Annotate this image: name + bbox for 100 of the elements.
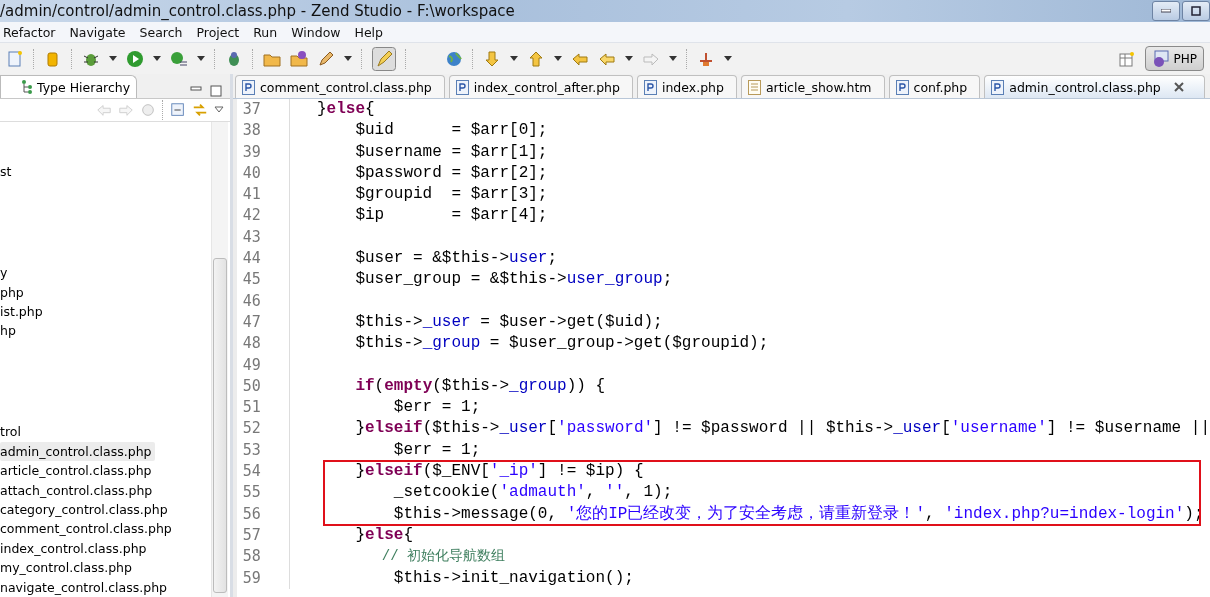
tree-item[interactable]: attach_control.class.php — [0, 480, 156, 501]
editor-tab[interactable]: index.php — [636, 75, 737, 98]
caret-icon[interactable] — [510, 56, 518, 61]
caret-icon[interactable] — [344, 56, 352, 61]
pen-icon[interactable] — [317, 49, 335, 68]
hierarchy-icon — [21, 80, 33, 94]
code-line: if(empty($this->_group)) { — [354, 375, 606, 397]
document-icon — [747, 79, 761, 95]
tree-item[interactable]: article_control.class.php — [0, 461, 155, 481]
scrollbar[interactable] — [211, 122, 228, 597]
code-line: }else{ — [316, 99, 375, 120]
tab-label: admin_control.class.php — [1009, 79, 1161, 95]
editor-tab[interactable]: index_control_after.php — [448, 75, 633, 98]
new-php-file-icon[interactable] — [6, 49, 24, 68]
code-line: $password = $arr[2]; — [354, 162, 548, 184]
line-number: 42 — [236, 205, 290, 227]
open-perspective-icon[interactable] — [1117, 49, 1136, 68]
code-line: $err = 1; — [392, 397, 481, 419]
code-line: }elseif($_ENV['_ip'] != $ip) { — [354, 461, 644, 483]
line-number: 51 — [236, 397, 290, 419]
code-line: $err = 1; — [392, 439, 481, 461]
code-line: _setcookie('admauth', '', 1); — [392, 482, 673, 504]
type-hierarchy-tab[interactable]: Type Hierarchy — [0, 75, 138, 98]
window-title: /admin/control/admin_control.class.php - Zend Studio - F:\workspace — [0, 2, 515, 20]
line-number: 54 — [236, 461, 290, 483]
tree-item[interactable]: php — [0, 282, 27, 302]
code-line: $uid = $arr[0]; — [354, 120, 548, 142]
code-line: }elseif($this->_user['password'] != $password || $this->_user['username'] != $username || — [354, 418, 1210, 440]
scroll-thumb[interactable] — [213, 258, 227, 593]
editor-tab[interactable]: comment_control.class.php — [235, 75, 445, 98]
tree-item[interactable]: comment_control.class.php — [0, 519, 175, 539]
editor-tab[interactable]: conf.php — [888, 75, 981, 98]
caret-icon[interactable] — [197, 56, 205, 61]
tab-label: article_show.htm — [765, 79, 872, 95]
caret-icon[interactable] — [724, 56, 732, 61]
maximize-icon[interactable] — [210, 84, 222, 98]
menu-item[interactable]: Refactor — [3, 24, 56, 40]
close-icon[interactable] — [1173, 82, 1184, 92]
tab-label: index_control_after.php — [473, 79, 620, 95]
code-line: // 初始化导航数组 — [380, 547, 505, 567]
run-config-icon[interactable] — [170, 49, 188, 68]
code-line: $username = $arr[1]; — [354, 141, 548, 163]
run-icon[interactable] — [126, 49, 144, 68]
line-number: 40 — [236, 162, 290, 185]
tree-item[interactable]: ist.php — [0, 301, 46, 322]
tree-item[interactable]: trol — [0, 422, 24, 442]
caret-icon[interactable] — [554, 56, 562, 61]
line-number: 46 — [236, 290, 290, 312]
next-annotation-icon[interactable] — [483, 49, 501, 68]
tree-item[interactable]: my_control.class.php — [0, 558, 135, 578]
code-line: $this->init_navigation(); — [392, 567, 634, 589]
line-number: 41 — [236, 184, 290, 206]
editor-tab[interactable]: article_show.htm — [740, 75, 885, 98]
php-file-icon — [643, 79, 657, 95]
collapse-all-icon[interactable] — [170, 101, 186, 119]
line-number: 45 — [236, 269, 290, 291]
line-number: 37 — [236, 99, 290, 121]
caret-icon[interactable] — [109, 56, 117, 61]
editor-tab[interactable]: admin_control.class.php — [984, 75, 1205, 98]
caret-icon[interactable] — [669, 56, 677, 61]
tree-item[interactable]: y — [0, 263, 11, 283]
line-number: 49 — [236, 354, 290, 376]
previous-annotation-icon[interactable] — [527, 49, 545, 68]
highlight-toggle-icon[interactable] — [372, 46, 396, 71]
php-perspective-button[interactable]: PHP — [1144, 46, 1204, 71]
link-editor-icon[interactable] — [192, 101, 208, 119]
code-line: $this->_user = $user->get($uid); — [354, 311, 663, 333]
minimize-button[interactable] — [1152, 1, 1180, 21]
code-line: }else{ — [354, 524, 414, 546]
globe-icon[interactable] — [445, 49, 463, 68]
php-file-icon — [455, 79, 469, 95]
menu-item[interactable]: Run — [253, 24, 278, 40]
line-number: 53 — [236, 439, 290, 462]
tab-label: index.php — [661, 79, 724, 95]
menu-item[interactable]: Help — [354, 24, 383, 40]
tree-item[interactable]: hp — [0, 321, 19, 341]
menu-item[interactable]: Navigate — [69, 24, 126, 40]
caret-icon[interactable] — [625, 56, 633, 61]
tree-item[interactable]: index_control.class.php — [0, 538, 150, 559]
perspective-icon — [1151, 49, 1170, 68]
php-file-icon — [991, 79, 1005, 95]
line-number: 43 — [236, 226, 290, 249]
view-menu-icon[interactable] — [214, 106, 224, 114]
tree-item[interactable]: st — [0, 162, 15, 182]
menu-item[interactable]: Window — [291, 24, 341, 40]
caret-icon[interactable] — [153, 56, 161, 61]
menu-item[interactable]: Project — [196, 24, 240, 40]
menu-item[interactable]: Search — [139, 24, 183, 40]
tree-item[interactable]: admin_control.class.php — [0, 441, 155, 462]
line-number: 47 — [236, 311, 290, 334]
line-number: 56 — [236, 503, 290, 525]
restore-icon — [1191, 6, 1201, 16]
tree-item[interactable]: navigate_control.class.php — [0, 577, 170, 597]
php-file-icon — [242, 79, 255, 95]
restore-button[interactable] — [1182, 1, 1210, 21]
tree-item[interactable]: category_control.class.php — [0, 500, 171, 520]
line-number: 44 — [236, 248, 290, 270]
minimize-icon — [1161, 9, 1171, 13]
line-number: 58 — [236, 546, 290, 568]
folder-icon[interactable] — [290, 49, 308, 68]
